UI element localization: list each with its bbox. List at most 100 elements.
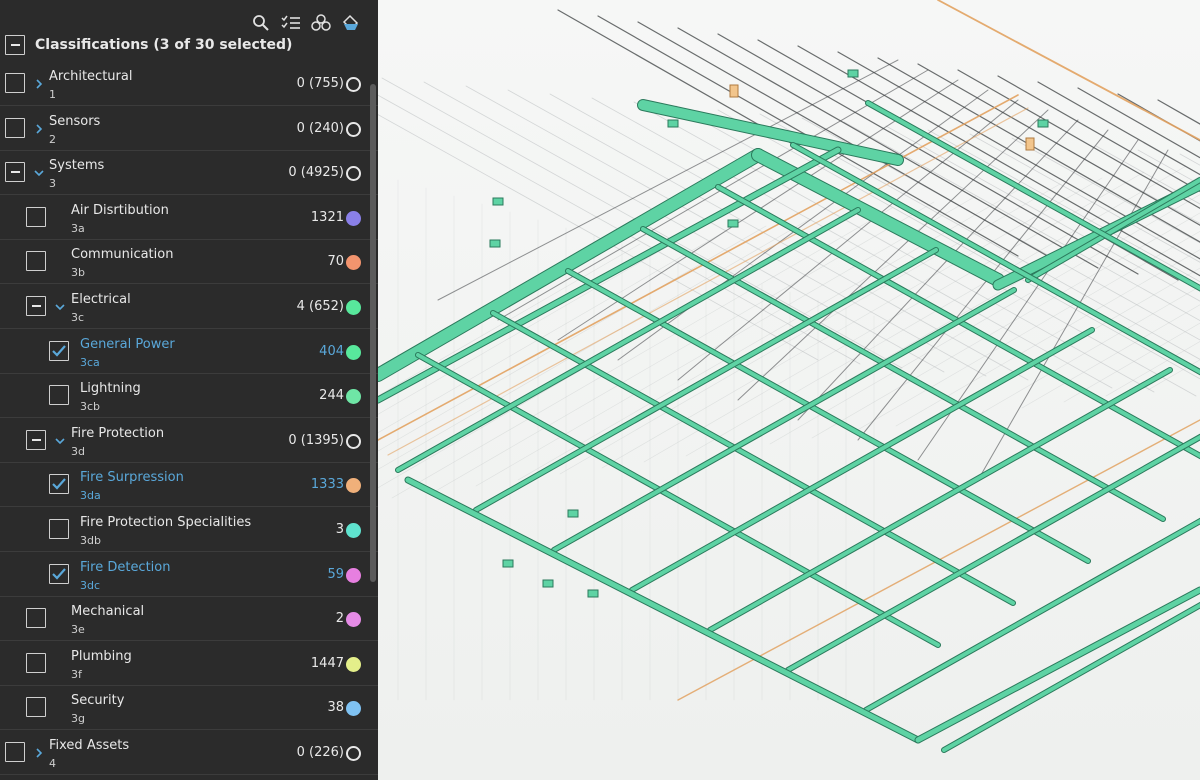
drawing-box [1025, 137, 1035, 151]
drawing-box [542, 579, 554, 588]
classification-row[interactable]: Fixed Assets 4 0 (226) [0, 731, 378, 775]
row-checkbox[interactable] [49, 385, 69, 406]
row-checkbox[interactable] [49, 563, 69, 584]
panel-title: Classifications (3 of 30 selected) [35, 37, 293, 53]
panel-scrollbar[interactable] [370, 84, 376, 582]
drawing-line [786, 434, 1200, 672]
model-viewport[interactable] [378, 0, 1200, 780]
row-count: 0 (226) [296, 745, 344, 760]
row-count: 3 [335, 522, 344, 537]
chevron-down-icon[interactable] [54, 432, 66, 444]
row-label: Mechanical [71, 604, 145, 620]
classification-row[interactable]: Air Disrtibution 3a 1321 [0, 196, 378, 240]
classification-row[interactable]: Communication 3b 70 [0, 240, 378, 285]
row-checkbox[interactable] [26, 251, 46, 272]
row-code: 3db [80, 534, 101, 547]
classification-row[interactable]: Fire Detection 3dc 59 [0, 553, 378, 597]
classification-row[interactable]: Systems 3 0 (4925) [0, 151, 378, 196]
row-checkbox[interactable] [49, 340, 69, 361]
row-label: Fire Protection Specialities [80, 515, 252, 530]
row-label: Electrical [71, 292, 131, 307]
row-checkbox[interactable] [26, 697, 46, 718]
row-code: 3f [71, 667, 82, 681]
visibility-ring-icon[interactable] [346, 121, 361, 137]
row-code: 3cb [80, 400, 101, 414]
classification-row[interactable]: Fire Protection 3d 0 (1395) [0, 419, 378, 463]
drawing-box [502, 559, 514, 568]
row-count: 1333 [310, 477, 344, 493]
row-checkbox[interactable] [5, 73, 25, 93]
drawing-box [729, 84, 739, 98]
row-label: Lightning [80, 381, 141, 397]
visibility-ring-icon[interactable] [346, 433, 361, 449]
row-checkbox[interactable] [49, 519, 69, 539]
drawing-line [864, 518, 1200, 712]
visibility-ring-icon[interactable] [346, 166, 361, 182]
row-label: Fire Detection [80, 559, 171, 575]
color-swatch-icon[interactable] [346, 478, 361, 494]
drawing-box [587, 589, 599, 598]
row-count: 244 [319, 388, 344, 404]
select-all-checkbox[interactable] [5, 35, 25, 55]
classification-row[interactable]: Fire Protection Specialities 3db 3 [0, 508, 378, 552]
chevron-down-icon[interactable] [33, 164, 45, 177]
row-count: 1321 [310, 209, 344, 225]
classification-row[interactable]: Fire Surpression 3da 1333 [0, 463, 378, 508]
drawing-line [785, 433, 1200, 673]
row-checkbox[interactable] [26, 296, 46, 316]
drawing-line [601, 177, 1103, 469]
check-icon [52, 478, 66, 490]
classification-row[interactable]: Plumbing 3f 1447 [0, 642, 378, 686]
chevron-right-icon[interactable] [33, 75, 45, 89]
row-checkbox[interactable] [26, 206, 46, 227]
row-checkbox[interactable] [5, 742, 25, 762]
row-count: 2 [335, 611, 344, 627]
drawing-line [1077, 87, 1200, 159]
color-swatch-icon[interactable] [346, 523, 361, 538]
classification-row[interactable]: Security 3g 38 [0, 686, 378, 731]
classifications-panel: Classifications (3 of 30 selected) Archi… [0, 0, 378, 780]
chevron-down-icon[interactable] [54, 298, 66, 311]
visibility-ring-icon[interactable] [346, 77, 361, 92]
color-swatch-icon[interactable] [346, 612, 361, 628]
classification-row[interactable]: Mechanical 3e 2 [0, 597, 378, 642]
classification-row[interactable]: Electrical 3c 4 (652) [0, 285, 378, 329]
row-checkbox[interactable] [26, 652, 46, 673]
color-swatch-icon[interactable] [346, 701, 361, 717]
drawing-box [847, 69, 859, 78]
classification-row[interactable]: General Power 3ca 404 [0, 330, 378, 374]
drawing-line [942, 603, 1200, 752]
row-code: 3a [71, 221, 85, 235]
drawing-line [387, 107, 1029, 456]
check-icon [52, 344, 66, 357]
chevron-right-icon[interactable] [33, 120, 45, 134]
drawing-line [941, 601, 1200, 753]
row-code: 3g [71, 712, 85, 726]
classification-row[interactable]: Sensors 2 0 (240) [0, 107, 378, 151]
visibility-ring-icon[interactable] [346, 746, 361, 761]
color-swatch-icon[interactable] [346, 567, 361, 583]
row-label: General Power [80, 336, 175, 352]
chevron-right-icon[interactable] [33, 744, 45, 758]
color-swatch-icon[interactable] [346, 656, 361, 672]
color-swatch-icon[interactable] [346, 300, 361, 315]
row-code: 3d [71, 444, 85, 458]
row-checkbox[interactable] [26, 429, 46, 450]
row-label: Communication [71, 247, 174, 263]
color-swatch-icon[interactable] [346, 210, 361, 226]
row-count: 59 [327, 566, 344, 582]
drawing-line [708, 368, 1172, 632]
color-swatch-icon[interactable] [346, 344, 361, 360]
row-count: 0 (240) [296, 120, 344, 136]
row-checkbox[interactable] [49, 474, 69, 495]
row-checkbox[interactable] [26, 608, 46, 629]
classification-row[interactable]: Architectural 1 0 (755) [0, 62, 378, 106]
row-checkbox[interactable] [5, 117, 25, 138]
classification-row[interactable]: Lightning 3cb 244 [0, 374, 378, 419]
color-swatch-icon[interactable] [346, 389, 361, 405]
row-checkbox[interactable] [5, 162, 25, 183]
row-count: 4 (652) [296, 299, 344, 314]
check-icon [52, 567, 66, 580]
row-code: 4 [49, 757, 56, 770]
color-swatch-icon[interactable] [346, 255, 361, 271]
